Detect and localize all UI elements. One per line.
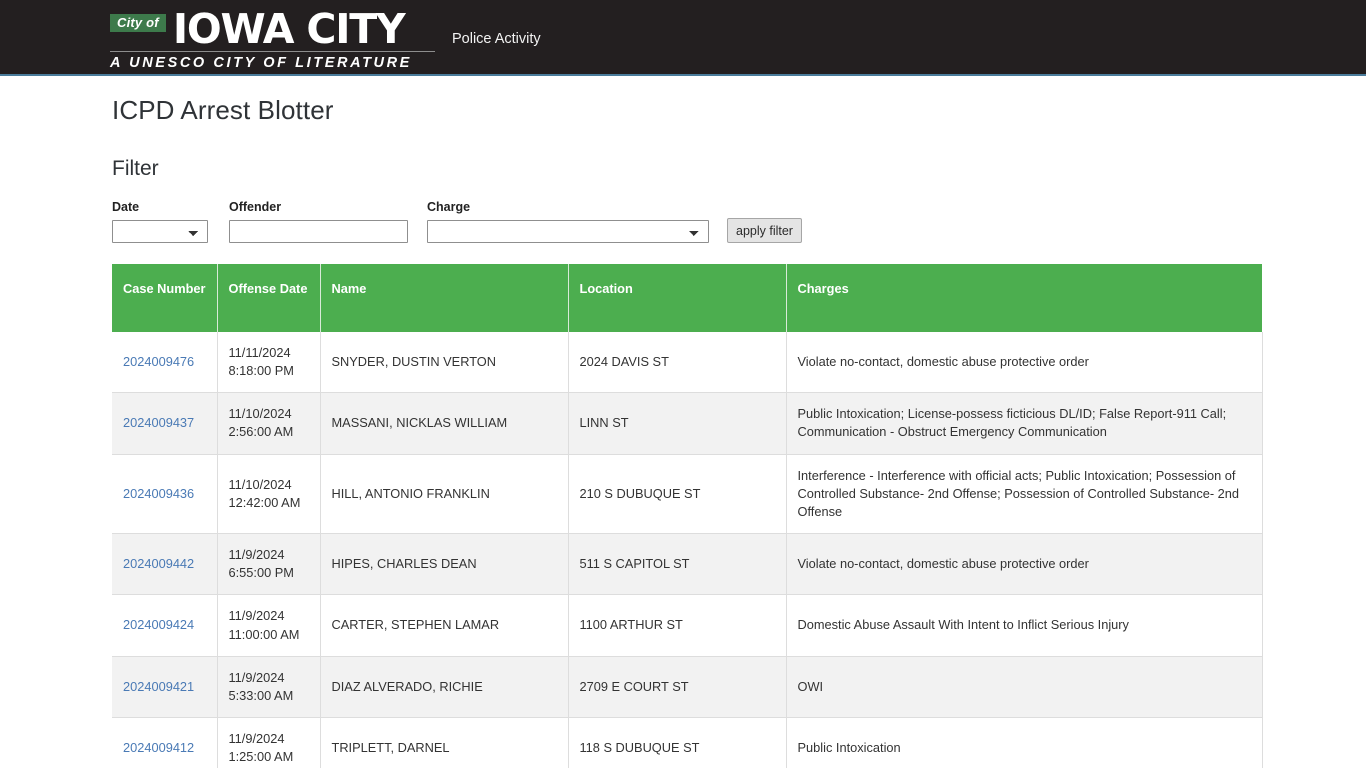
offense-date-time: 6:55:00 PM [228, 565, 294, 581]
logo-top-row: City of IOWA CITY [110, 5, 435, 53]
offense-date-time: 8:18:00 PM [228, 363, 294, 379]
table-header-row: Case Number Offense Date Name Location C… [112, 264, 1262, 332]
offense-date-day: 11/9/2024 [228, 608, 285, 624]
cell-name: CARTER, STEPHEN LAMAR [320, 594, 569, 657]
offense-date-day: 11/9/2024 [228, 547, 285, 563]
cell-location: 210 S DUBUQUE ST [568, 454, 787, 535]
cell-location: 118 S DUBUQUE ST [568, 717, 787, 768]
filter-field-offender: Offender [229, 200, 427, 243]
cell-name: TRIPLETT, DARNEL [320, 717, 569, 768]
cell-case-number: 2024009421 [112, 656, 218, 719]
cell-case-number: 2024009437 [112, 392, 218, 455]
site-header: City of IOWA CITY A UNESCO CITY OF LITER… [0, 0, 1366, 76]
cell-name: HIPES, CHARLES DEAN [320, 533, 569, 596]
cell-offense-date: 11/9/2024 6:55:00 PM [217, 533, 321, 596]
offense-date-day: 11/11/2024 [228, 345, 291, 360]
cell-charges: Violate no-contact, domestic abuse prote… [786, 332, 1263, 394]
page-body: ICPD Arrest Blotter Filter Date Offender… [0, 95, 1366, 768]
case-number-link[interactable]: 2024009424 [123, 617, 194, 632]
column-header-location[interactable]: Location [568, 264, 787, 332]
header-section-title: Police Activity [452, 31, 541, 47]
apply-filter-button[interactable]: apply filter [727, 218, 802, 243]
cell-location: 2024 DAVIS ST [568, 332, 787, 394]
offense-date-day: 11/10/2024 [228, 476, 292, 492]
offender-label: Offender [229, 200, 282, 214]
offense-date-time: 1:25:00 AM [228, 749, 294, 765]
cell-charges: Public Intoxication [786, 717, 1263, 768]
table-row: 2024009412 11/9/2024 1:25:00 AM TRIPLETT, D… [112, 717, 1263, 768]
filter-field-charge: Charge [427, 200, 727, 243]
case-number-link[interactable]: 2024009421 [123, 679, 194, 694]
case-number-link[interactable]: 2024009436 [123, 486, 194, 501]
offense-date-day: 11/10/2024 [228, 406, 292, 422]
cell-case-number: 2024009424 [112, 594, 218, 657]
iowa-city-logo[interactable]: City of IOWA CITY A UNESCO CITY OF LITER… [110, 0, 435, 71]
table-row: 2024009424 11/9/2024 11:00:00 AM CARTER, ST… [112, 594, 1263, 657]
case-number-link[interactable]: 2024009442 [123, 556, 194, 571]
cell-charges: OWI [786, 656, 1263, 719]
city-of-badge: City of [110, 14, 166, 32]
filter-heading: Filter [112, 157, 159, 180]
cell-offense-date: 11/11/2024 8:18:00 PM [217, 332, 321, 394]
cell-name: DIAZ ALVERADO, RICHIE [320, 656, 569, 719]
column-header-case-number[interactable]: Case Number [112, 264, 218, 332]
table-row: 2024009436 11/10/2024 12:42:00 AM HILL, ANT… [112, 454, 1263, 535]
offense-date-day: 11/9/2024 [228, 731, 285, 747]
case-number-link[interactable]: 2024009412 [123, 740, 194, 755]
date-label: Date [112, 200, 140, 214]
logo-tagline: A UNESCO CITY OF LITERATURE [110, 55, 412, 72]
column-header-name[interactable]: Name [320, 264, 569, 332]
cell-offense-date: 11/9/2024 5:33:00 AM [217, 656, 321, 719]
page-title: ICPD Arrest Blotter [112, 95, 334, 125]
logo-wordmark: IOWA CITY [172, 5, 406, 53]
filter-bar: Date Offender Charge apply filter [112, 200, 1366, 243]
charge-label: Charge [427, 200, 471, 214]
cell-case-number: 2024009476 [112, 332, 218, 394]
cell-location: 1100 ARTHUR ST [568, 594, 787, 657]
column-header-charges[interactable]: Charges [786, 264, 1262, 332]
charge-select[interactable] [427, 220, 709, 243]
cell-case-number: 2024009412 [112, 717, 218, 768]
table-body: 2024009476 11/11/2024 8:18:00 PM SNYDER, DU… [112, 332, 1263, 768]
cell-offense-date: 11/9/2024 1:25:00 AM [217, 717, 321, 768]
cell-offense-date: 11/9/2024 11:00:00 AM [217, 594, 321, 657]
cell-location: LINN ST [568, 392, 787, 455]
table-row: 2024009476 11/11/2024 8:18:00 PM SNYDER, DU… [112, 332, 1263, 394]
table-row: 2024009442 11/9/2024 6:55:00 PM HIPES, CHAR… [112, 533, 1263, 596]
filter-field-date: Date [112, 200, 229, 243]
cell-offense-date: 11/10/2024 12:42:00 AM [217, 454, 321, 535]
cell-case-number: 2024009442 [112, 533, 218, 596]
case-number-link[interactable]: 2024009437 [123, 415, 194, 430]
cell-charges: Domestic Abuse Assault With Intent to In… [786, 594, 1263, 657]
cell-name: MASSANI, NICKLAS WILLIAM [320, 392, 569, 455]
table-head: Case Number Offense Date Name Location C… [112, 264, 1262, 332]
cell-name: SNYDER, DUSTIN VERTON [320, 332, 569, 394]
offense-date-time: 2:56:00 AM [228, 424, 294, 440]
offense-date-time: 12:42:00 AM [228, 494, 301, 510]
arrest-blotter-table: Case Number Offense Date Name Location C… [112, 264, 1263, 768]
table-row: 2024009437 11/10/2024 2:56:00 AM MASSANI, N… [112, 392, 1263, 455]
cell-case-number: 2024009436 [112, 454, 218, 535]
cell-charges: Public Intoxication; License-possess fic… [786, 392, 1263, 455]
offense-date-day: 11/9/2024 [228, 669, 285, 685]
cell-name: HILL, ANTONIO FRANKLIN [320, 454, 569, 535]
table-row: 2024009421 11/9/2024 5:33:00 AM DIAZ ALVERA… [112, 656, 1263, 719]
date-select[interactable] [112, 220, 208, 243]
cell-location: 511 S CAPITOL ST [568, 533, 787, 596]
column-header-offense-date[interactable]: Offense Date [217, 264, 321, 332]
cell-offense-date: 11/10/2024 2:56:00 AM [217, 392, 321, 455]
cell-charges: Interference - Interference with officia… [786, 454, 1263, 535]
cell-charges: Violate no-contact, domestic abuse prote… [786, 533, 1263, 596]
blotter-table-wrap: Case Number Offense Date Name Location C… [112, 264, 1263, 768]
cell-location: 2709 E COURT ST [568, 656, 787, 719]
offense-date-time: 5:33:00 AM [228, 687, 294, 703]
offense-date-time: 11:00:00 AM [228, 626, 300, 642]
offender-input[interactable] [229, 220, 408, 243]
case-number-link[interactable]: 2024009476 [123, 354, 194, 369]
